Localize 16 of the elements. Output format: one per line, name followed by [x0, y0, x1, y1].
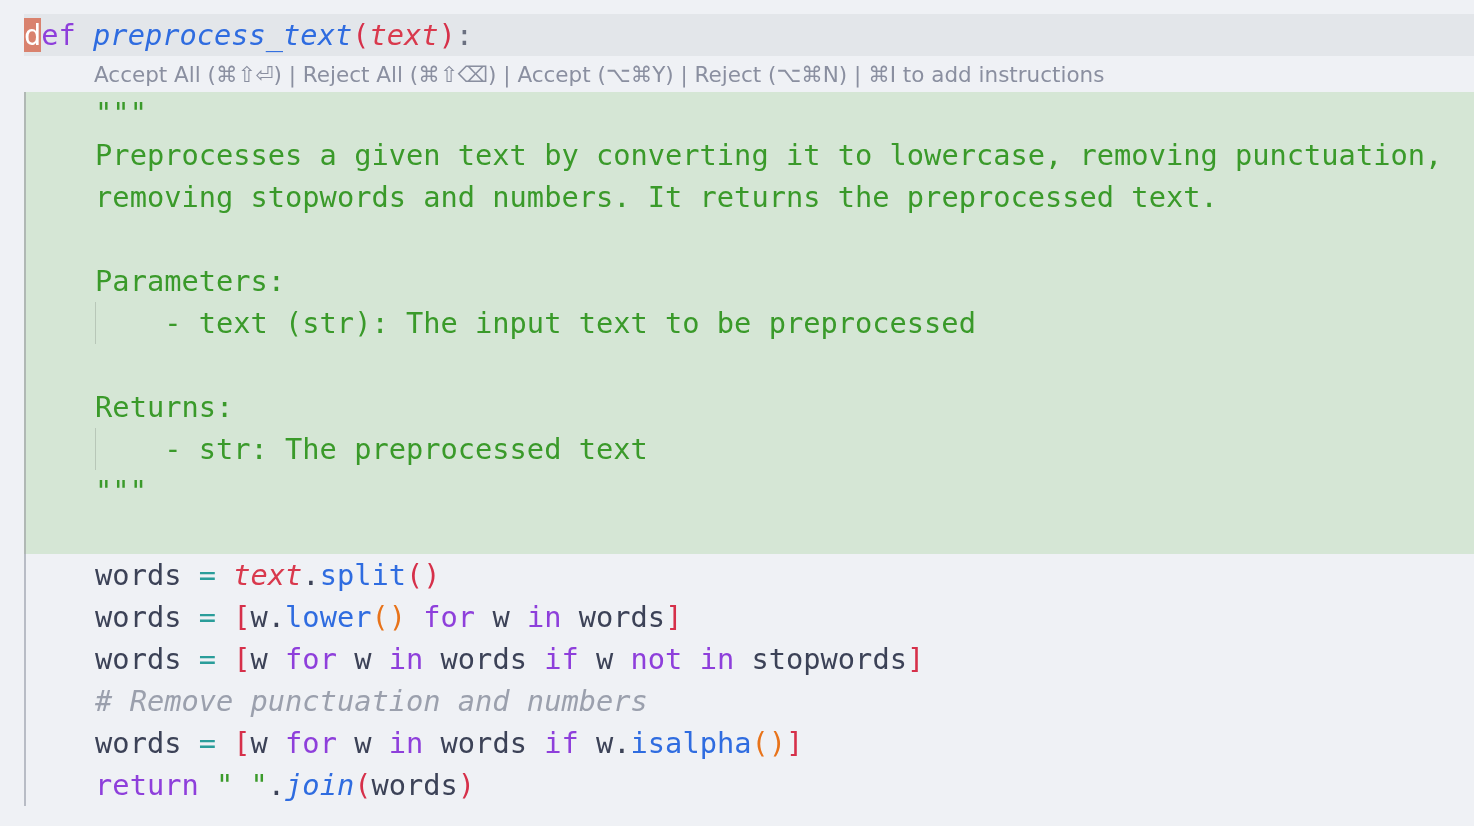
- inline-diff-hint[interactable]: Accept All (⌘⇧⏎) | Reject All (⌘⇧⌫) | Accept (⌥⌘Y) | Reject (⌥⌘N) | ⌘I to add instructions: [24, 56, 1474, 92]
- code-line: # Remove punctuation and numbers: [94, 683, 649, 720]
- code-line: """: [94, 473, 148, 510]
- code-line: Parameters:: [94, 263, 287, 300]
- code-line: return " ".join(words): [94, 767, 477, 804]
- code-line: Preprocesses a given text by converting it to lowercase, removing punctuation,: [94, 137, 1444, 174]
- code-line: def preprocess_text(text):: [24, 17, 474, 54]
- code-line: """: [94, 95, 148, 132]
- code-line: words = [w.lower() for w in words]: [94, 599, 684, 636]
- code-line: - str: The preprocessed text: [26, 428, 1474, 470]
- code-line: words = text.split(): [94, 557, 442, 594]
- code-line: removing stopwords and numbers. It returns the preprocessed text.: [94, 179, 1219, 216]
- code-line: words = [w for w in words if w.isalpha()]: [94, 725, 805, 762]
- code-line: Returns:: [94, 389, 235, 426]
- code-line: - text (str): The input text to be preprocessed: [26, 302, 1474, 344]
- code-line: words = [w for w in words if w not in stopwords]: [94, 641, 926, 678]
